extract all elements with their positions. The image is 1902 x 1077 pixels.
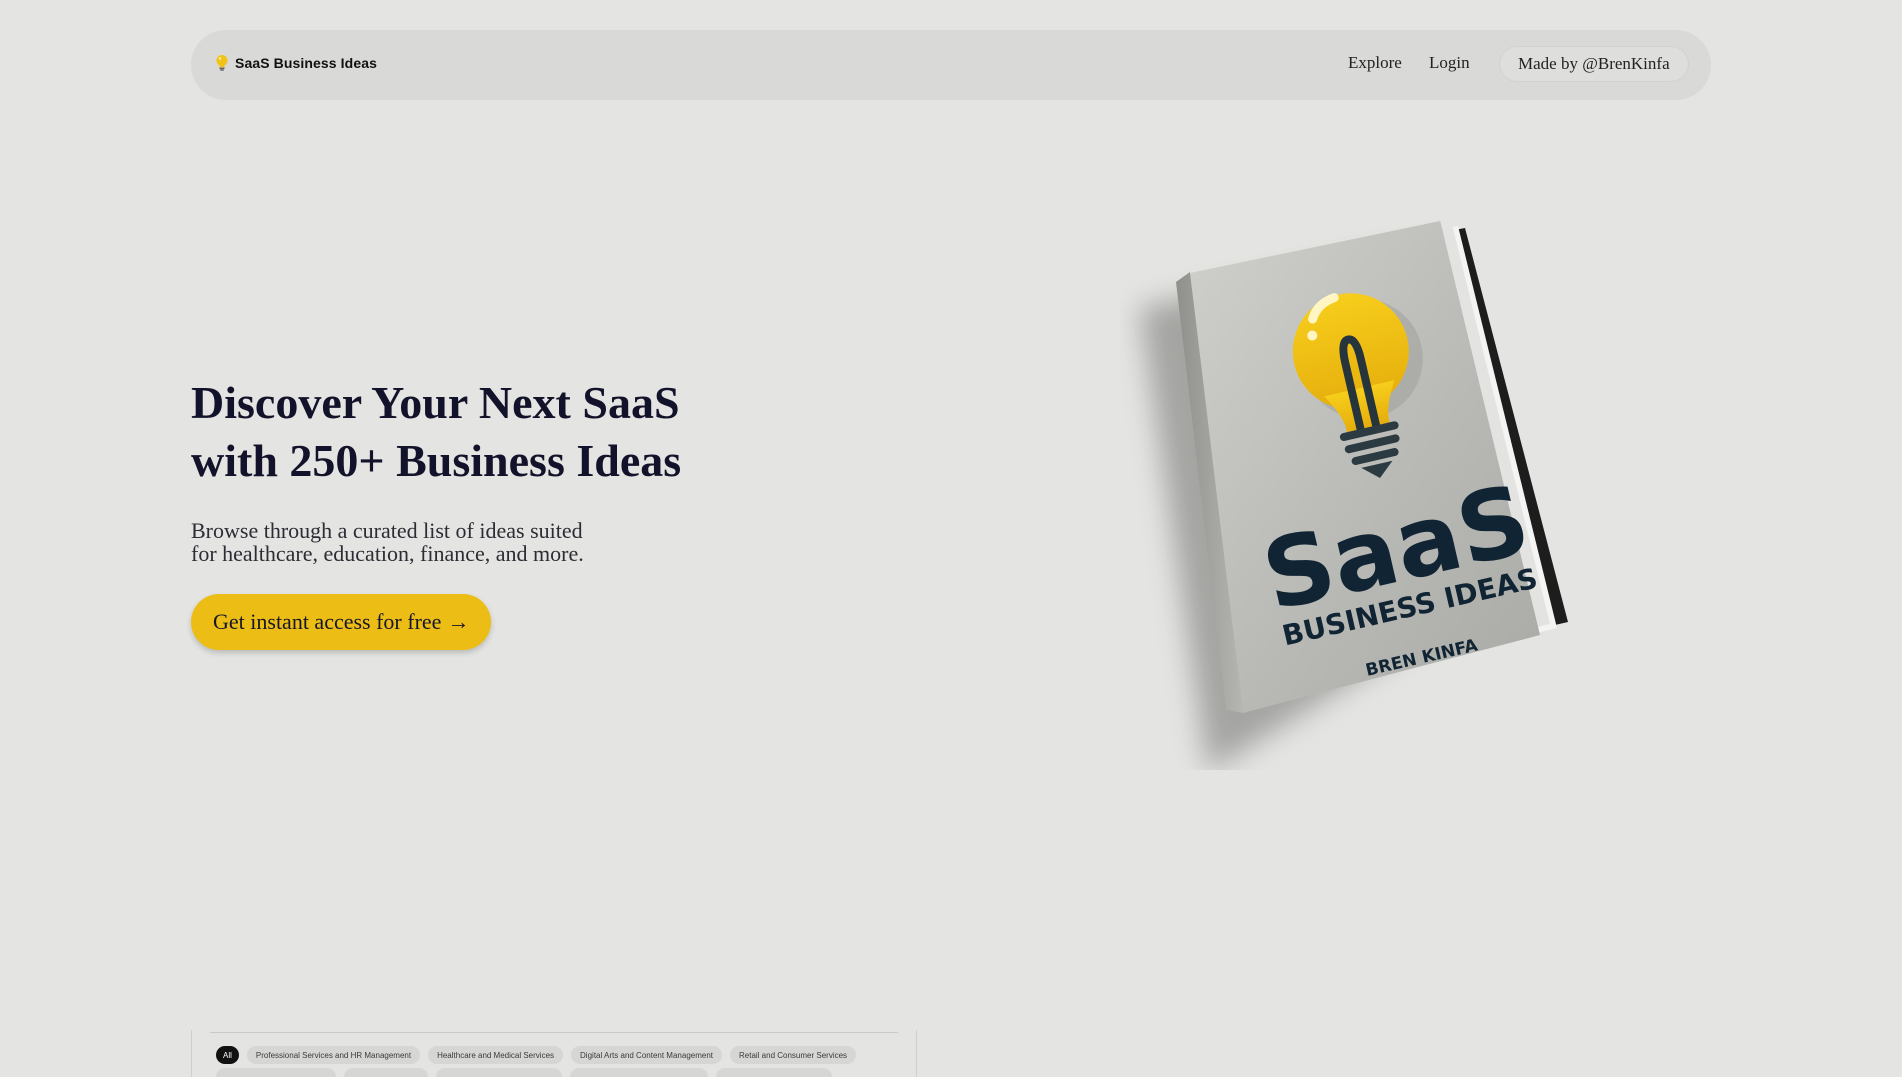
app-preview: All Professional Services and HR Managem… [191, 1030, 917, 1077]
hero-title: Discover Your Next SaaS with 250+ Busine… [191, 374, 811, 490]
nav-link-login[interactable]: Login [1429, 54, 1470, 71]
category-chip-partial[interactable] [344, 1068, 428, 1077]
category-chip[interactable]: Digital Arts and Content Management [571, 1046, 722, 1064]
category-filter-row: All Professional Services and HR Managem… [216, 1046, 857, 1064]
hero-subtitle-line-1: Browse through a curated list of ideas s… [191, 518, 583, 543]
category-chip-partial[interactable] [216, 1068, 336, 1077]
lightbulb-icon [216, 55, 228, 71]
get-access-button-label: Get instant access for free [213, 609, 442, 634]
arrow-right-icon: → [447, 609, 470, 634]
book-illustration: SaaS BUSINESS IDEAS BREN KINFA [1140, 219, 1568, 770]
preview-divider [210, 1032, 898, 1033]
category-chip[interactable]: Retail and Consumer Services [730, 1046, 857, 1064]
category-chip-partial[interactable] [716, 1068, 832, 1077]
top-navbar: SaaS Business Ideas Explore Login Made b… [191, 30, 1711, 100]
hero-subtitle: Browse through a curated list of ideas s… [191, 519, 651, 565]
nav-link-explore[interactable]: Explore [1348, 54, 1402, 71]
category-chip-partial[interactable] [570, 1068, 708, 1077]
hero-subtitle-line-2: for healthcare, education, finance, and … [191, 541, 584, 566]
category-chip[interactable]: Healthcare and Medical Services [428, 1046, 564, 1064]
book-cover-image: SaaS BUSINESS IDEAS BREN KINFA [1120, 210, 1580, 770]
category-chip-all[interactable]: All [216, 1046, 239, 1064]
book-front-cover [1190, 220, 1540, 713]
brand-name: SaaS Business Ideas [235, 55, 377, 71]
hero-title-line-2: with 250+ Business Ideas [191, 435, 682, 486]
get-access-button[interactable]: Get instant access for free → [191, 594, 492, 650]
category-chip[interactable]: Professional Services and HR Management [246, 1046, 421, 1064]
brand-link[interactable]: SaaS Business Ideas [215, 54, 377, 72]
category-chip-partial[interactable] [436, 1068, 562, 1077]
made-by-badge[interactable]: Made by @BrenKinfa [1499, 46, 1689, 82]
category-filter-row-2 [216, 1068, 832, 1077]
hero-title-line-1: Discover Your Next SaaS [191, 377, 680, 428]
